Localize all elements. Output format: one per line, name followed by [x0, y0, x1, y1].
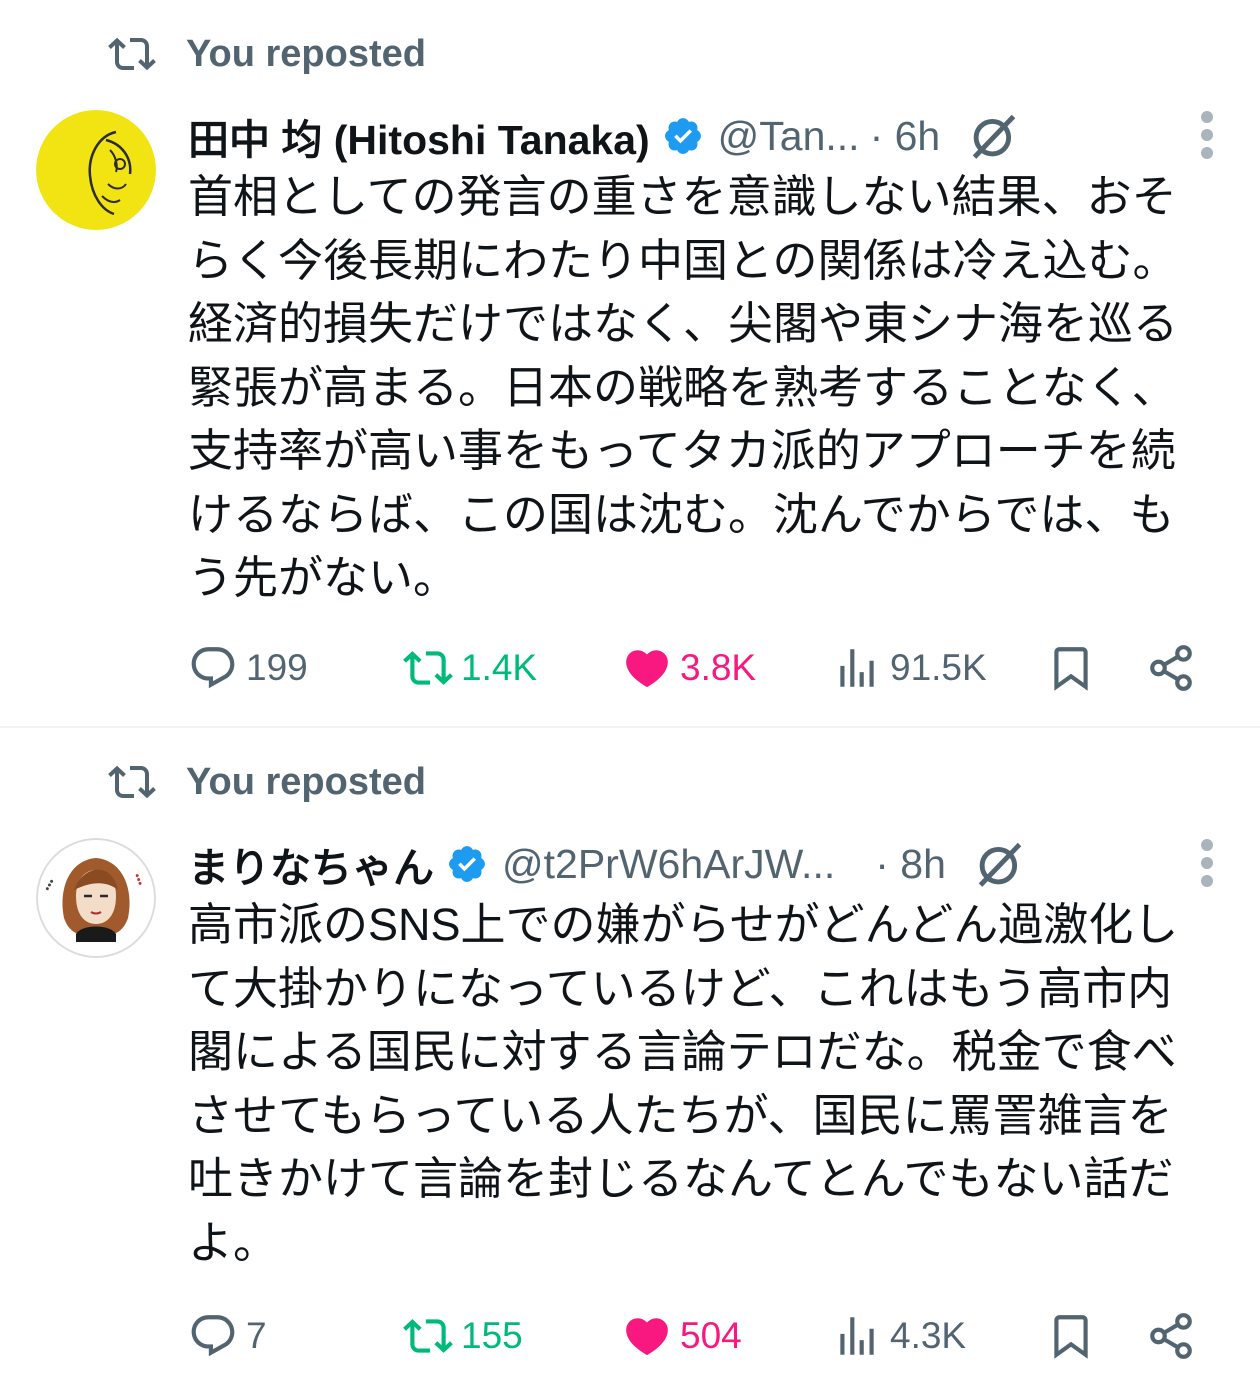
repost-count: 1.4K — [461, 647, 538, 688]
bookmark-button[interactable] — [1046, 638, 1096, 698]
tweet-header: まりなちゃん @t2PrW6hArJW... · 8h — [188, 833, 1218, 895]
reply-icon — [191, 1315, 235, 1357]
repost-button[interactable]: 1.4K — [403, 638, 537, 698]
tweet-header: 田中 均 (Hitoshi Tanaka) @Tan... · 6h — [188, 105, 1218, 167]
repost-indicator: You reposted — [108, 28, 426, 80]
grok-icon[interactable] — [968, 110, 1020, 162]
bookmark-button[interactable] — [1046, 1306, 1096, 1366]
reply-icon — [191, 647, 235, 689]
like-count: 3.8K — [680, 647, 757, 688]
verified-badge-icon — [664, 118, 701, 154]
reply-button[interactable]: 199 — [188, 638, 308, 698]
repost-indicator: You reposted — [108, 756, 426, 808]
author-name[interactable]: 田中 均 (Hitoshi Tanaka) — [188, 106, 650, 166]
share-icon — [1150, 1313, 1192, 1359]
avatar[interactable] — [36, 110, 156, 230]
reply-count: 7 — [246, 1315, 267, 1356]
verified-badge-icon — [449, 846, 485, 882]
tweet-time[interactable]: · 8h — [875, 841, 946, 888]
tweet-time[interactable]: · 6h — [870, 113, 941, 160]
more-icon[interactable] — [1196, 835, 1218, 891]
tweet[interactable]: You reposted 田中 均 (Hitoshi Tanaka) @Tan.… — [0, 0, 1260, 727]
grok-icon[interactable] — [974, 838, 1026, 890]
repost-label: You reposted — [186, 760, 426, 803]
heart-icon — [626, 650, 668, 688]
repost-icon — [403, 651, 453, 685]
views-icon — [840, 649, 874, 687]
views-icon — [840, 1317, 874, 1355]
repost-label: You reposted — [186, 32, 426, 75]
share-button[interactable] — [1146, 1306, 1196, 1366]
views-count: 91.5K — [890, 647, 987, 688]
like-count: 504 — [680, 1315, 742, 1356]
repost-count: 155 — [461, 1315, 523, 1356]
bookmark-icon — [1054, 1315, 1088, 1359]
views-button[interactable]: 4.3K — [832, 1306, 966, 1366]
repost-icon — [108, 765, 156, 799]
author-name[interactable]: まりなちゃん — [188, 834, 434, 894]
avatar[interactable]: ●●● ●●● — [36, 838, 156, 958]
share-icon — [1150, 645, 1192, 691]
reply-count: 199 — [246, 647, 308, 688]
repost-icon — [108, 37, 156, 71]
bookmark-icon — [1054, 647, 1088, 691]
more-icon[interactable] — [1196, 107, 1218, 163]
like-button[interactable]: 3.8K — [622, 638, 756, 698]
share-button[interactable] — [1146, 638, 1196, 698]
action-bar: 7 155 504 4.3K — [188, 1306, 1208, 1366]
views-button[interactable]: 91.5K — [832, 638, 987, 698]
author-handle[interactable]: @t2PrW6hArJW... — [502, 841, 835, 888]
tweet-text: 首相としての発言の重さを意識しない結果、おそらく今後長期にわたり中国との関係は冷… — [188, 171, 1179, 603]
repost-button[interactable]: 155 — [403, 1306, 523, 1366]
tweet[interactable]: You reposted ●●● ●●● まりなちゃん @t2PrW6hArJW… — [0, 728, 1260, 1395]
views-count: 4.3K — [890, 1315, 967, 1356]
repost-icon — [403, 1319, 453, 1353]
action-bar: 199 1.4K 3.8K 91.5K — [188, 638, 1208, 698]
reply-button[interactable]: 7 — [188, 1306, 267, 1366]
heart-icon — [626, 1318, 668, 1356]
like-button[interactable]: 504 — [622, 1306, 742, 1366]
tweet-text: 高市派のSNS上での嫌がらせがどんどん過激化して大掛かりになっているけど、これは… — [188, 899, 1179, 1268]
author-handle[interactable]: @Tan... — [718, 113, 860, 160]
